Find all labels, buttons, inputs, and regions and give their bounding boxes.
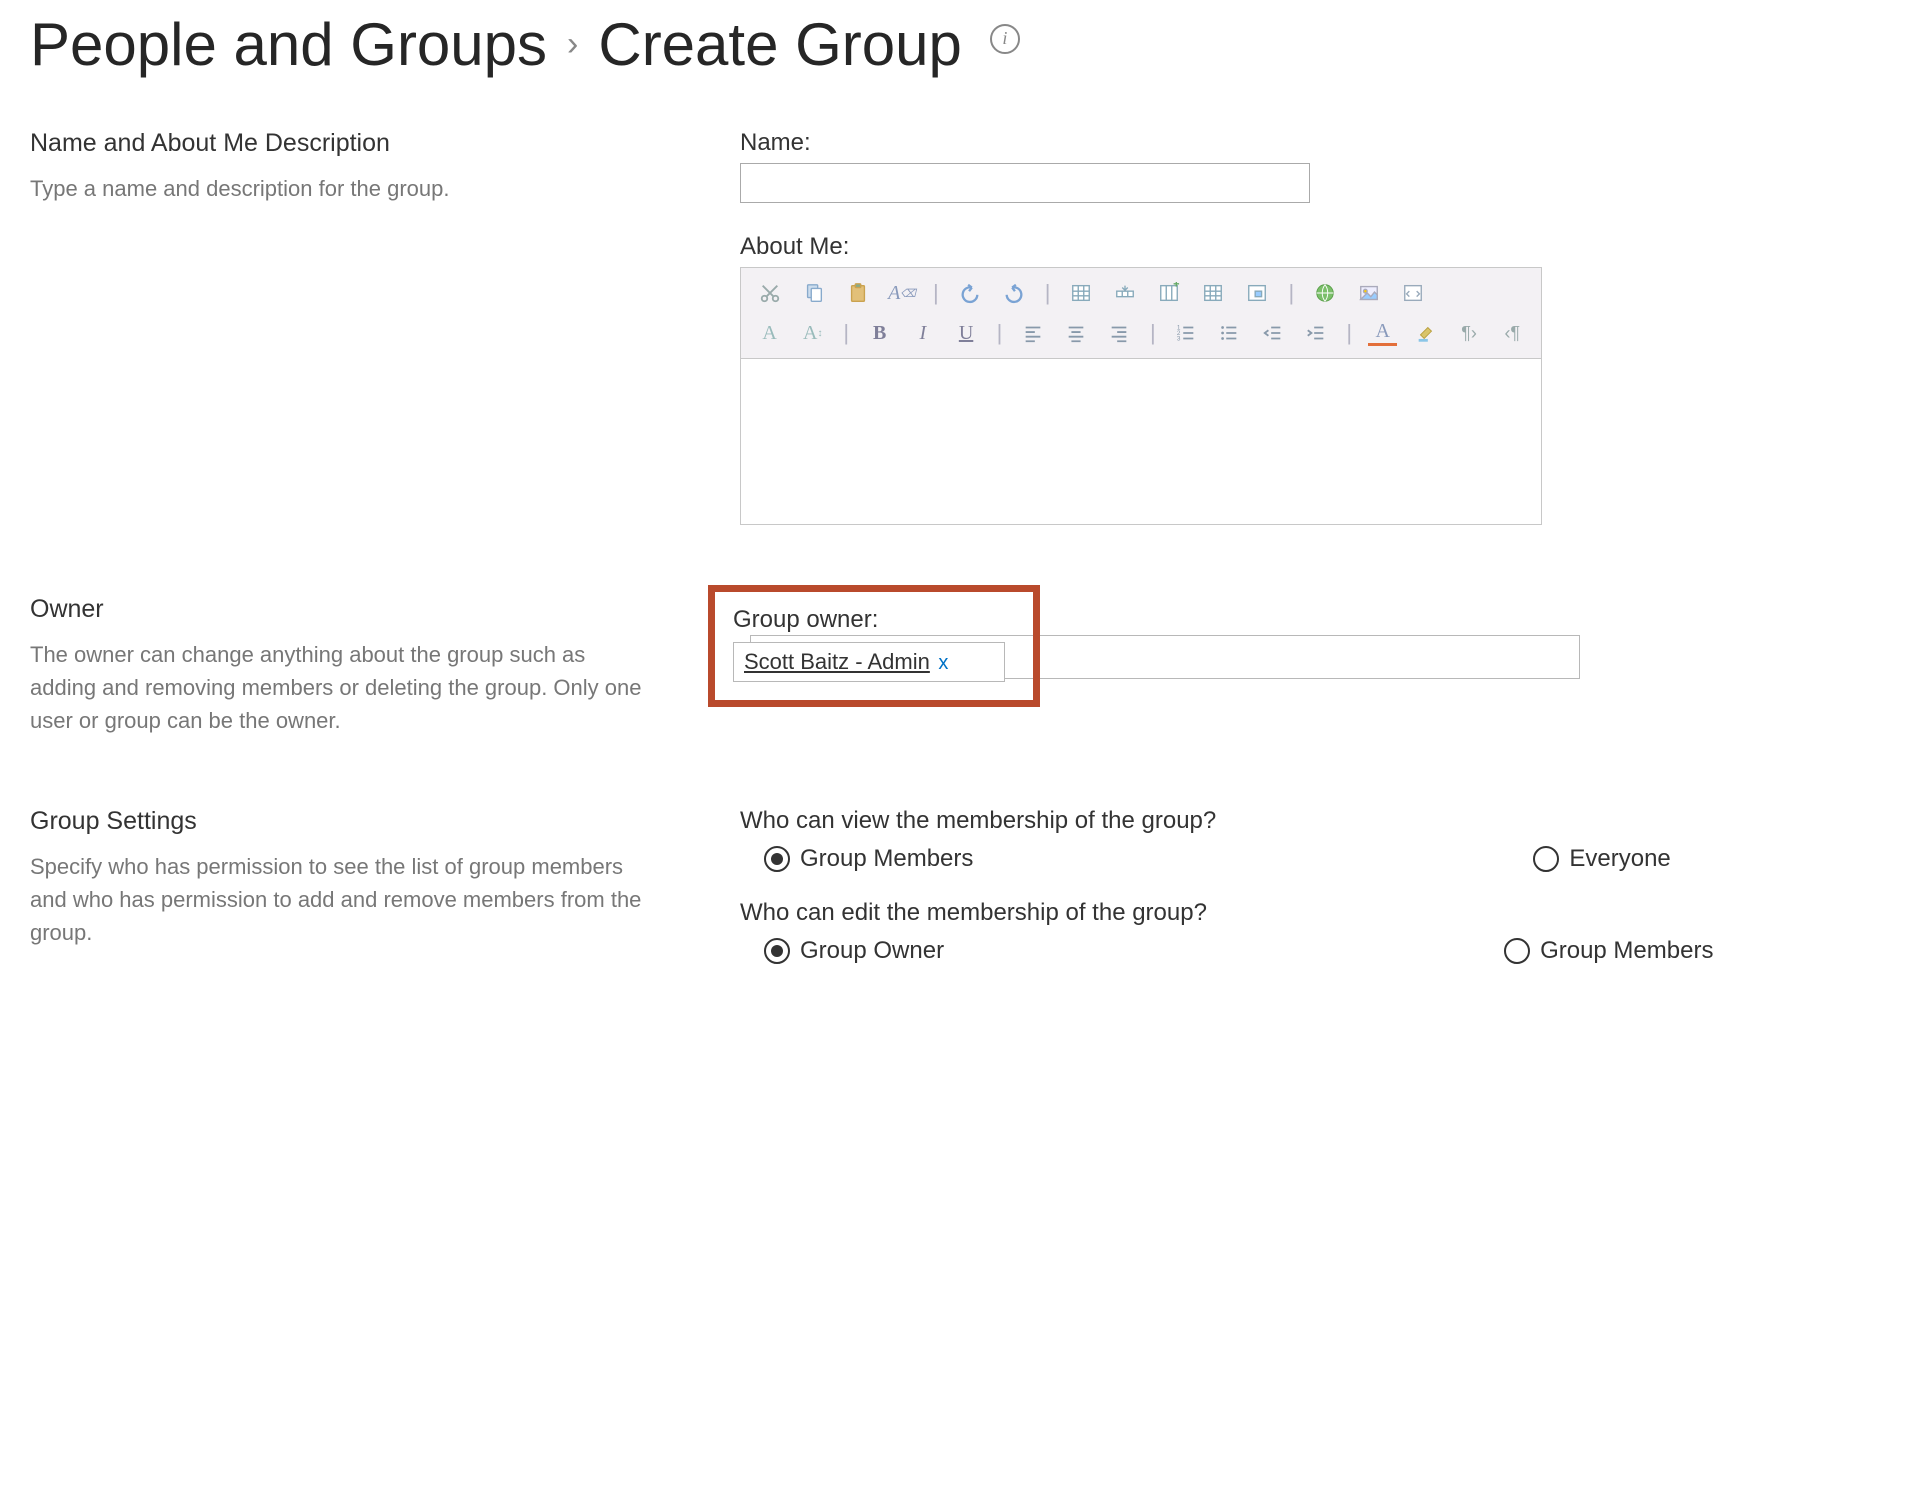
font-size-icon[interactable]: A↕: [798, 318, 827, 348]
hyperlink-icon[interactable]: [1310, 278, 1340, 308]
undo-icon[interactable]: [955, 278, 985, 308]
section-desc-name: Type a name and description for the grou…: [30, 172, 650, 205]
italic-icon[interactable]: I: [908, 318, 937, 348]
section-heading-settings: Group Settings: [30, 807, 650, 836]
background-color-icon[interactable]: [1411, 318, 1440, 348]
align-left-icon[interactable]: [1018, 318, 1047, 348]
toolbar-separator: |: [1148, 320, 1158, 346]
radio-label: Everyone: [1569, 845, 1670, 873]
group-owner-picker[interactable]: Scott Baitz - Admin x: [733, 642, 1005, 682]
insert-table-icon[interactable]: [1066, 278, 1096, 308]
radio-edit-group-owner[interactable]: Group Owner: [764, 937, 944, 965]
owner-highlight-box: Group owner: Scott Baitz - Admin x: [728, 589, 1040, 707]
copy-icon[interactable]: [799, 278, 829, 308]
section-desc-owner: The owner can change anything about the …: [30, 638, 650, 737]
toolbar-separator: |: [931, 280, 941, 306]
toolbar-separator: |: [1344, 320, 1354, 346]
info-icon[interactable]: i: [990, 24, 1020, 54]
align-center-icon[interactable]: [1062, 318, 1091, 348]
group-owner-label: Group owner:: [733, 606, 1005, 634]
radio-label: Group Members: [1540, 937, 1713, 965]
radio-icon: [1504, 938, 1530, 964]
table-grid-icon[interactable]: [1198, 278, 1228, 308]
breadcrumb-separator-icon: ›: [567, 25, 578, 64]
svg-text:3: 3: [1177, 335, 1181, 342]
section-heading-owner: Owner: [30, 595, 650, 624]
numbered-list-icon[interactable]: 123: [1172, 318, 1201, 348]
cut-icon[interactable]: [755, 278, 785, 308]
bullet-list-icon[interactable]: [1215, 318, 1244, 348]
insert-row-icon[interactable]: [1110, 278, 1140, 308]
radio-icon: [764, 938, 790, 964]
html-source-icon[interactable]: [1398, 278, 1428, 308]
section-desc-settings: Specify who has permission to see the li…: [30, 850, 650, 949]
outdent-icon[interactable]: [1258, 318, 1287, 348]
rte-toolbar: A⌫ | | |: [741, 268, 1541, 359]
toolbar-separator: |: [841, 320, 851, 346]
bold-icon[interactable]: B: [865, 318, 894, 348]
clear-format-icon[interactable]: A⌫: [887, 278, 917, 308]
radio-label: Group Members: [800, 845, 973, 873]
indent-icon[interactable]: [1301, 318, 1330, 348]
section-group-settings: Group Settings Specify who has permissio…: [30, 807, 1890, 965]
insert-column-icon[interactable]: [1154, 278, 1184, 308]
radio-label: Group Owner: [800, 937, 944, 965]
toolbar-separator: |: [995, 320, 1005, 346]
page-title-row: People and Groups › Create Group i: [30, 10, 1890, 79]
underline-icon[interactable]: U: [951, 318, 980, 348]
about-me-textarea[interactable]: [741, 359, 1541, 524]
page-title: Create Group: [598, 10, 962, 79]
section-heading-name: Name and About Me Description: [30, 129, 650, 158]
view-membership-question: Who can view the membership of the group…: [740, 807, 1890, 835]
about-me-editor: A⌫ | | |: [740, 267, 1542, 525]
toolbar-separator: |: [1043, 280, 1053, 306]
redo-icon[interactable]: [999, 278, 1029, 308]
name-label: Name:: [740, 129, 1890, 157]
radio-view-group-members[interactable]: Group Members: [764, 845, 973, 873]
name-input[interactable]: [740, 163, 1310, 203]
edit-cell-icon[interactable]: [1242, 278, 1272, 308]
font-color-icon[interactable]: A: [755, 318, 784, 348]
radio-icon: [764, 846, 790, 872]
toolbar-separator: |: [1286, 280, 1296, 306]
edit-membership-question: Who can edit the membership of the group…: [740, 899, 1890, 927]
section-name-description: Name and About Me Description Type a nam…: [30, 129, 1890, 525]
section-owner: Owner The owner can change anything abou…: [30, 595, 1890, 737]
ltr-icon[interactable]: ¶›: [1455, 318, 1484, 348]
radio-edit-group-members[interactable]: Group Members: [1504, 937, 1713, 965]
breadcrumb-parent[interactable]: People and Groups: [30, 10, 547, 79]
highlight-color-icon[interactable]: A: [1368, 321, 1397, 346]
paste-icon[interactable]: [843, 278, 873, 308]
radio-icon: [1533, 846, 1559, 872]
about-me-label: About Me:: [740, 233, 1890, 261]
owner-person-chip[interactable]: Scott Baitz - Admin: [744, 649, 930, 674]
image-icon[interactable]: [1354, 278, 1384, 308]
remove-owner-icon[interactable]: x: [938, 652, 948, 674]
rtl-icon[interactable]: ‹¶: [1498, 318, 1527, 348]
radio-view-everyone[interactable]: Everyone: [1533, 845, 1670, 873]
align-right-icon[interactable]: [1105, 318, 1134, 348]
